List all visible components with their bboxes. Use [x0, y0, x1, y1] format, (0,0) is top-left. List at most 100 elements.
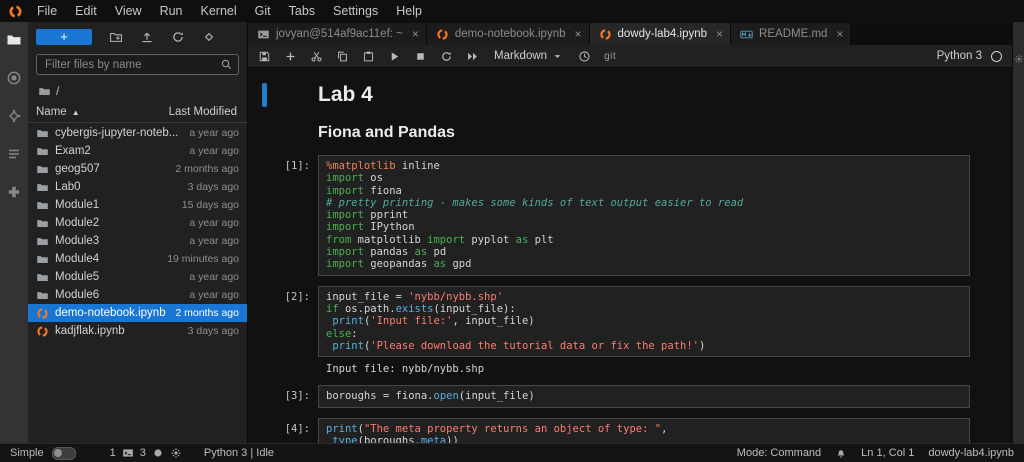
property-inspector-gear-icon[interactable]: [1014, 54, 1024, 64]
file-name: Exam2: [55, 145, 91, 157]
code-cell[interactable]: [4]: print("The meta property returns an …: [262, 417, 1012, 443]
paste-icon[interactable]: [362, 50, 375, 63]
sidebar-tab-toc[interactable]: [6, 146, 22, 162]
folder-icon: [36, 217, 49, 230]
menu-git[interactable]: Git: [246, 0, 280, 22]
folder-icon: [36, 253, 49, 266]
tab-demo-notebook-ipynb[interactable]: demo-notebook.ipynb ×: [426, 23, 590, 45]
file-row[interactable]: Lab0 3 days ago: [28, 178, 247, 196]
folder-icon: [36, 199, 49, 212]
file-row[interactable]: Exam2 a year ago: [28, 142, 247, 160]
filter-files-input[interactable]: [36, 54, 239, 75]
kernel-status-text[interactable]: Python 3 | Idle: [204, 447, 274, 459]
new-launcher-button[interactable]: +: [36, 29, 92, 45]
file-modified: 19 minutes ago: [167, 253, 239, 265]
column-last-modified[interactable]: Last Modified: [169, 106, 237, 118]
dock-tab-bar: jovyan@514af9ac11ef: ~ × demo-notebook.ipy…: [248, 22, 1012, 45]
file-modified: 2 months ago: [175, 163, 239, 175]
notebook-toolbar: Markdown git Python 3: [248, 45, 1012, 68]
file-row[interactable]: Module6 a year ago: [28, 286, 247, 304]
save-icon[interactable]: [258, 50, 271, 63]
running-sessions[interactable]: 1 3: [110, 447, 182, 459]
cell-type-dropdown[interactable]: Markdown: [492, 50, 565, 62]
file-row[interactable]: demo-notebook.ipynb 2 months ago: [28, 304, 247, 322]
sidebar-tab-files[interactable]: [6, 32, 22, 48]
new-folder-icon[interactable]: [109, 30, 123, 44]
sidebar-tab-extensions[interactable]: [6, 184, 22, 200]
simple-mode-toggle[interactable]: [51, 446, 76, 460]
gear-icon[interactable]: [170, 447, 182, 459]
file-list: cybergis-jupyter-noteb... a year ago Exam2…: [28, 123, 247, 443]
code-editor[interactable]: print("The meta property returns an obje…: [318, 417, 970, 443]
tab-dowdy-lab4-ipynb[interactable]: dowdy-lab4.ipynb ×: [589, 23, 732, 45]
cursor-position[interactable]: Ln 1, Col 1: [861, 447, 914, 459]
file-row[interactable]: geog507 2 months ago: [28, 160, 247, 178]
kernel-count: 3: [139, 447, 146, 459]
terminal-count: 1: [109, 447, 116, 459]
breadcrumb[interactable]: /: [28, 80, 247, 104]
code-editor[interactable]: input_file = 'nybb/nybb.shp' if os.path.e…: [318, 285, 970, 358]
menu-help[interactable]: Help: [387, 0, 431, 22]
cell-collapser[interactable]: [262, 83, 267, 107]
restart-icon[interactable]: [440, 50, 453, 63]
code-line: input_file = 'nybb/nybb.shp': [326, 290, 504, 303]
sidebar-tab-git[interactable]: [6, 108, 22, 124]
close-icon[interactable]: ×: [836, 28, 843, 40]
code-line: from matplotlib import pyplot as plt: [326, 233, 554, 246]
code-cell[interactable]: [2]: input_file = 'nybb/nybb.shp' if os.pa…: [262, 285, 1012, 376]
menu-tabs[interactable]: Tabs: [280, 0, 324, 22]
file-row[interactable]: Module2 a year ago: [28, 214, 247, 232]
add-icon[interactable]: [284, 50, 297, 63]
menu-kernel[interactable]: Kernel: [192, 0, 246, 22]
markdown-cell[interactable]: Fiona and Pandas: [262, 122, 1012, 143]
code-cell[interactable]: [1]: %matplotlib inline import os import fi…: [262, 155, 1012, 276]
file-name: geog507: [55, 163, 100, 175]
column-name[interactable]: Name ▲: [36, 106, 80, 118]
cut-icon[interactable]: [310, 50, 323, 63]
tab-jovyan-514af9ac11ef[interactable]: jovyan@514af9ac11ef: ~ ×: [248, 23, 427, 45]
file-modified: 15 days ago: [181, 199, 239, 211]
file-name: Lab0: [55, 181, 81, 193]
markdown-cell[interactable]: Lab 4: [262, 82, 1012, 108]
run-all-icon[interactable]: [466, 50, 479, 63]
menu-edit[interactable]: Edit: [66, 0, 106, 22]
close-icon[interactable]: ×: [412, 28, 419, 40]
refresh-icon[interactable]: [171, 30, 185, 44]
sidebar-tab-running[interactable]: [6, 70, 22, 86]
file-row[interactable]: Module5 a year ago: [28, 268, 247, 286]
file-row[interactable]: Module1 15 days ago: [28, 196, 247, 214]
copy-icon[interactable]: [336, 50, 349, 63]
tab-readme-md[interactable]: README.md ×: [731, 23, 852, 45]
file-row[interactable]: cybergis-jupyter-noteb... a year ago: [28, 124, 247, 142]
folder-icon: [36, 235, 49, 248]
kernel-status-icon[interactable]: [991, 50, 1002, 62]
home-folder-icon[interactable]: [38, 85, 51, 98]
notification-bell-icon[interactable]: [835, 447, 847, 459]
jupyterlab-window: File Edit View Run Kernel Git Tabs Settings Help…: [0, 0, 1024, 462]
menu-view[interactable]: View: [106, 0, 151, 22]
run-icon[interactable]: [388, 50, 401, 63]
menu-file[interactable]: File: [28, 0, 66, 22]
close-icon[interactable]: ×: [716, 28, 723, 40]
close-icon[interactable]: ×: [575, 28, 582, 40]
cell-body: input_file = 'nybb/nybb.shp' if os.path.e…: [318, 285, 970, 376]
git-toolbar-label[interactable]: git: [604, 51, 616, 62]
history-clock-icon[interactable]: [578, 50, 591, 63]
kernel-name[interactable]: Python 3: [937, 50, 982, 62]
menu-run[interactable]: Run: [151, 0, 192, 22]
cell-prompt: [2]:: [284, 290, 310, 303]
menu-settings[interactable]: Settings: [324, 0, 387, 22]
cell-body: Lab 4: [318, 82, 970, 108]
file-row[interactable]: Module3 a year ago: [28, 232, 247, 250]
git-clone-icon[interactable]: [202, 30, 216, 44]
main-dock-panel: jovyan@514af9ac11ef: ~ × demo-notebook.ipy…: [248, 22, 1012, 443]
code-editor[interactable]: boroughs = fiona.open(input_file): [318, 385, 970, 408]
code-cell[interactable]: [3]: boroughs = fiona.open(input_file): [262, 385, 1012, 408]
file-row[interactable]: kadjflak.ipynb 3 days ago: [28, 322, 247, 340]
code-editor[interactable]: %matplotlib inline import os import fiona #…: [318, 155, 970, 276]
simple-mode-label: Simple: [10, 447, 44, 459]
file-row[interactable]: Module4 19 minutes ago: [28, 250, 247, 268]
cell-body: boroughs = fiona.open(input_file): [318, 385, 970, 408]
stop-icon[interactable]: [414, 50, 427, 63]
upload-icon[interactable]: [140, 30, 154, 44]
